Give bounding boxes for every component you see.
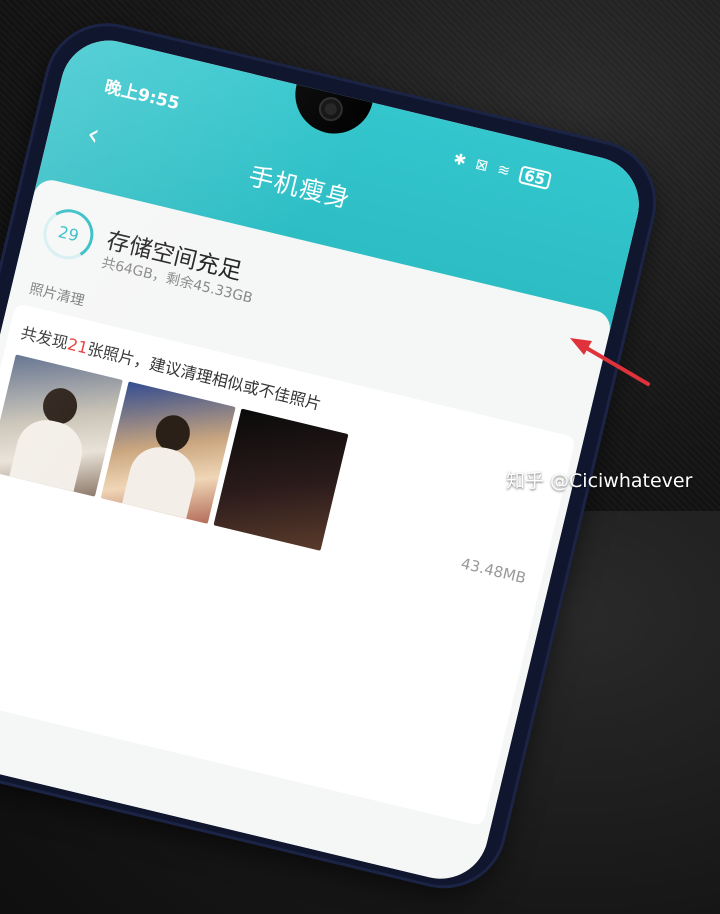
red-arrow-annotation xyxy=(570,338,650,386)
watermark: 知乎 @Ciciwhatever xyxy=(506,470,693,492)
photo-size: 43.48MB xyxy=(459,554,528,588)
